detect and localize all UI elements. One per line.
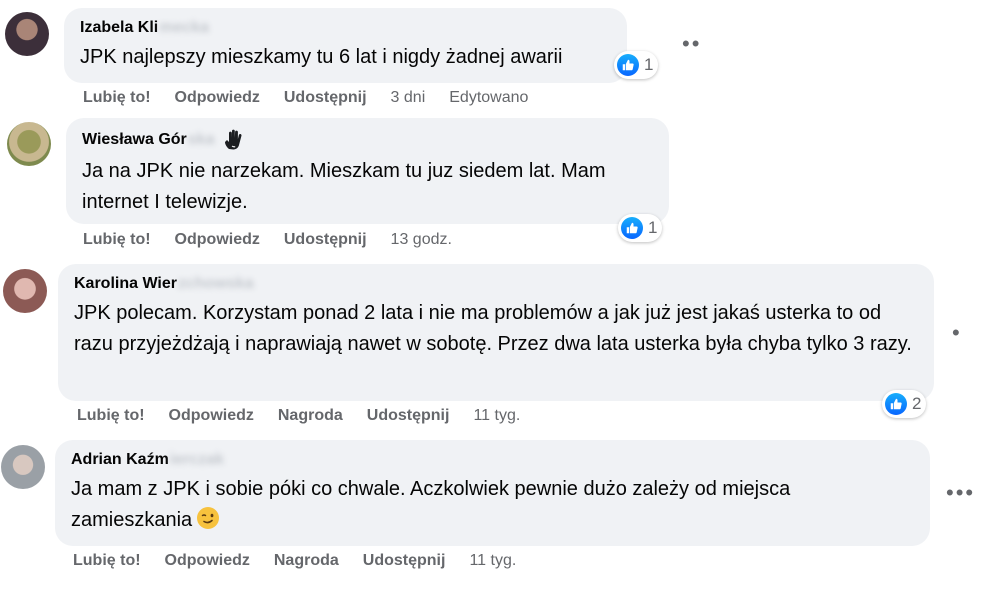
- comment-author[interactable]: Adrian Kaźm ierczak: [71, 450, 914, 470]
- comment-actions: Lubię to! Odpowiedz Udostępnij 3 dni Edy…: [83, 89, 552, 107]
- like-button[interactable]: Lubię to!: [83, 231, 151, 249]
- comment-bubble: Izabela Kli mecka JPK najlepszy mieszkamy…: [64, 8, 627, 83]
- like-button[interactable]: Lubię to!: [77, 407, 145, 425]
- more-options-icon[interactable]: •: [952, 322, 962, 344]
- comment-time[interactable]: 11 tyg.: [469, 552, 516, 570]
- share-button[interactable]: Udostępnij: [284, 89, 367, 107]
- reaction-count[interactable]: 2: [882, 390, 927, 418]
- edited-label: Edytowano: [449, 89, 529, 106]
- avatar[interactable]: [3, 269, 47, 313]
- award-button[interactable]: Nagroda: [274, 552, 339, 570]
- waving-hand-icon: [222, 128, 246, 152]
- comment-actions: Lubię to! Odpowiedz Nagroda Udostępnij 1…: [73, 552, 540, 570]
- author-name[interactable]: Izabela Kli: [80, 18, 158, 38]
- share-button[interactable]: Udostępnij: [367, 407, 450, 425]
- like-reaction-icon: [885, 393, 907, 415]
- comment-text: JPK polecam. Korzystam ponad 2 lata i ni…: [74, 302, 912, 355]
- comment-bubble: Wiesława Gór ska Ja na JPK nie narzekam. …: [66, 118, 669, 224]
- comment-bubble: Adrian Kaźm ierczak Ja mam z JPK i sobie …: [55, 440, 930, 546]
- reaction-count[interactable]: 1: [614, 51, 659, 79]
- author-name-blurred: mecka: [159, 19, 210, 36]
- comment-time[interactable]: 13 godz.: [391, 231, 452, 249]
- comment-text: Ja mam z JPK i sobie póki co chwale. Acz…: [71, 474, 914, 536]
- like-button[interactable]: Lubię to!: [83, 89, 151, 107]
- like-reaction-icon: [621, 217, 643, 239]
- comment-text: Ja na JPK nie narzekam. Mieszkam tu juz …: [82, 160, 606, 213]
- author-name-blurred: ska: [187, 131, 215, 148]
- avatar[interactable]: [1, 445, 45, 489]
- comment-actions: Lubię to! Odpowiedz Nagroda Udostępnij 1…: [77, 407, 544, 425]
- more-options-icon[interactable]: ••: [682, 33, 701, 55]
- avatar[interactable]: [5, 12, 49, 56]
- share-button[interactable]: Udostępnij: [284, 231, 367, 249]
- like-reaction-icon: [617, 54, 639, 76]
- reaction-count[interactable]: 1: [618, 214, 663, 242]
- author-name[interactable]: Karolina Wier: [74, 274, 177, 294]
- comment-actions: Lubię to! Odpowiedz Udostępnij 13 godz.: [83, 231, 476, 249]
- reply-button[interactable]: Odpowiedz: [169, 407, 254, 425]
- reaction-number: 2: [912, 394, 922, 413]
- reaction-number: 1: [648, 218, 658, 237]
- comment-bubble: Karolina Wier zchowska JPK polecam. Korzy…: [58, 264, 934, 401]
- author-name-blurred: ierczak: [169, 451, 225, 468]
- author-name[interactable]: Adrian Kaźm: [71, 450, 169, 470]
- winking-face-emoji: [196, 506, 220, 530]
- reaction-number: 1: [644, 55, 654, 74]
- comment-author[interactable]: Izabela Kli mecka: [80, 18, 611, 38]
- comment-time[interactable]: 11 tyg.: [473, 407, 520, 425]
- more-options-icon[interactable]: •••: [946, 482, 975, 504]
- award-button[interactable]: Nagroda: [278, 407, 343, 425]
- reply-button[interactable]: Odpowiedz: [175, 231, 260, 249]
- comment-text: JPK najlepszy mieszkamy tu 6 lat i nigdy…: [80, 46, 563, 68]
- comment-text-body: Ja mam z JPK i sobie póki co chwale. Acz…: [71, 478, 791, 531]
- reply-button[interactable]: Odpowiedz: [175, 89, 260, 107]
- share-button[interactable]: Udostępnij: [363, 552, 446, 570]
- author-name[interactable]: Wiesława Gór: [82, 130, 187, 150]
- comment-time[interactable]: 3 dni: [391, 89, 426, 107]
- avatar[interactable]: [7, 122, 51, 166]
- reply-button[interactable]: Odpowiedz: [165, 552, 250, 570]
- author-name-blurred: zchowska: [178, 275, 254, 292]
- like-button[interactable]: Lubię to!: [73, 552, 141, 570]
- comment-author[interactable]: Wiesława Gór ska: [82, 128, 653, 152]
- comment-author[interactable]: Karolina Wier zchowska: [74, 274, 918, 294]
